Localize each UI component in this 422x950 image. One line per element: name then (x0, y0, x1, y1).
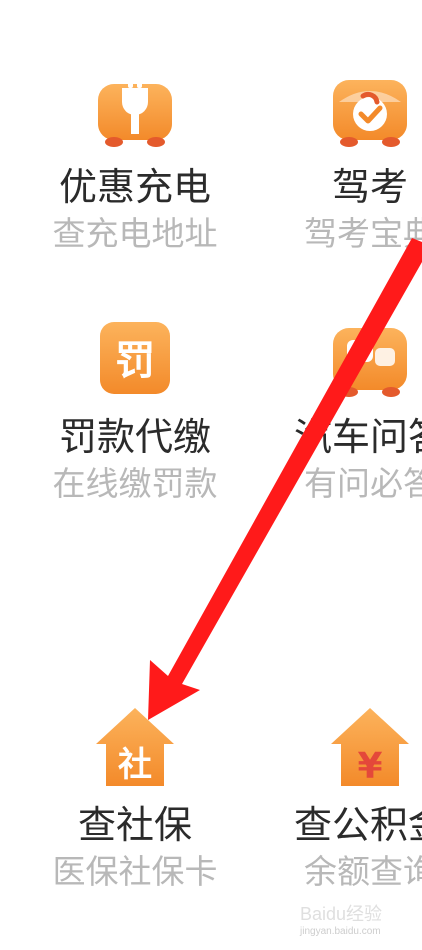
fine-payment-icon: 罚 (90, 312, 180, 402)
service-grid-page: 优惠充电 查充电地址 驾考 驾考宝典 罚 罚款代缴 在线缴罚款 汽车问 有问必答… (0, 0, 422, 950)
service-tile-fine-payment[interactable]: 罚 罚款代缴 在线缴罚款 (35, 312, 235, 504)
service-tile-driving-test[interactable]: 驾考 驾考宝典 (270, 62, 422, 254)
watermark-url: jingyan.baidu.com (300, 926, 381, 937)
housing-fund-glyph: ¥ (357, 746, 382, 787)
social-security-house-icon: 社 (90, 700, 180, 790)
service-title: 汽车问答 (293, 415, 422, 459)
service-subtitle: 医保社保卡 (52, 852, 218, 891)
service-subtitle: 在线缴罚款 (52, 464, 218, 503)
service-tile-charging[interactable]: 优惠充电 查充电地址 (35, 62, 235, 254)
service-title: 查社保 (77, 803, 192, 847)
service-tile-housing-fund[interactable]: ¥ 查公积金 余额查询 (270, 700, 422, 892)
social-security-glyph: 社 (118, 745, 152, 785)
car-qa-icon (325, 312, 415, 402)
service-tile-social-security[interactable]: 社 查社保 医保社保卡 (35, 700, 235, 892)
driving-test-icon (325, 62, 415, 152)
service-subtitle: 余额查询 (304, 852, 422, 891)
service-title: 驾考 (331, 165, 408, 209)
service-subtitle: 驾考宝典 (304, 214, 422, 253)
service-title: 罚款代缴 (58, 415, 211, 459)
service-title: 查公积金 (293, 803, 422, 847)
watermark-text: Baidu经验 (300, 904, 383, 924)
service-subtitle: 有问必答 (304, 464, 422, 503)
service-title: 优惠充电 (58, 165, 211, 209)
fine-icon-glyph: 罚 (115, 338, 155, 384)
charging-plug-icon (90, 62, 180, 152)
service-tile-car-qa[interactable]: 汽车问答 有问必答 (270, 312, 422, 504)
housing-fund-house-icon: ¥ (325, 700, 415, 790)
baidu-watermark: Baidu经验 jingyan.baidu.com (300, 900, 382, 937)
service-subtitle: 查充电地址 (52, 214, 218, 253)
